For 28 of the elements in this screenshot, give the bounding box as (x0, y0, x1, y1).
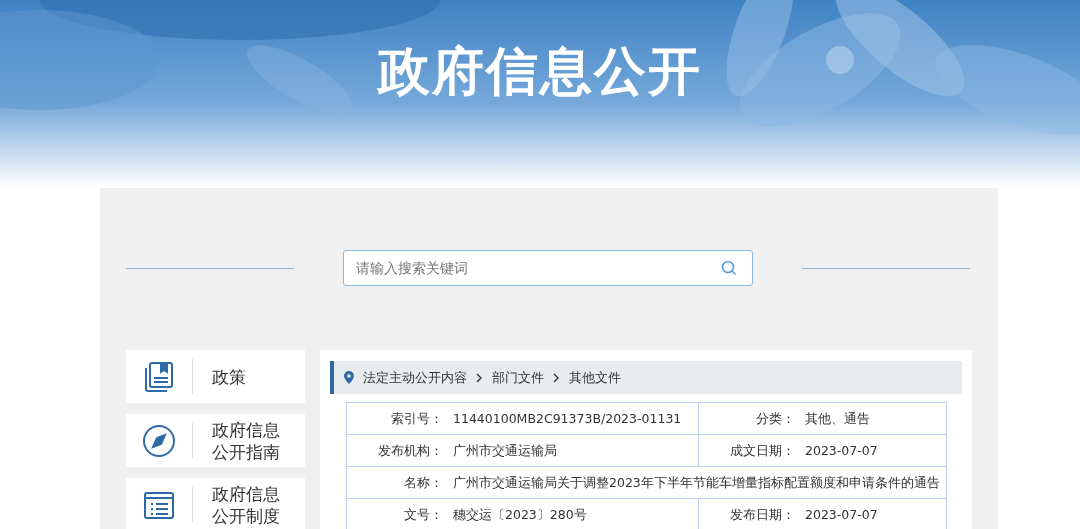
search-field[interactable]: 请输入搜索关键词 (343, 250, 753, 286)
search-icon[interactable] (721, 260, 737, 276)
sidebar-item[interactable]: 政府信息公开制度 (126, 478, 305, 529)
field-label: 分类： (755, 410, 796, 428)
chevron-icon (476, 372, 483, 383)
location-pin-icon (344, 371, 354, 384)
field-label: 索引号： (390, 410, 444, 428)
field-label: 成文日期： (729, 442, 796, 460)
sidebar-item[interactable]: 政策 (126, 350, 305, 403)
book-icon (143, 360, 175, 393)
field-value: 11440100MB2C91373B/2023-01131 (447, 403, 699, 434)
field-label: 发布机构： (377, 442, 444, 460)
page-title: 政府信息公开 (376, 40, 703, 103)
chevron-icon (553, 372, 560, 383)
breadcrumb-link[interactable]: 法定主动公开内容 (363, 368, 467, 387)
field-label: 名称： (403, 474, 444, 492)
sidebar-item[interactable]: 政府信息公开指南 (126, 414, 305, 467)
field-value: 2023-07-07 (804, 506, 879, 524)
field-value: 2023-07-07 (804, 442, 879, 460)
breadcrumb-link[interactable]: 部门文件 (492, 368, 544, 387)
field-label: 文号： (403, 506, 444, 524)
compass-icon (142, 423, 176, 458)
field-value: 其他、通告 (804, 410, 871, 428)
field-value: 广州市交通运输局关于调整2023年下半年节能车增量指标配置额度和申请条件的通告 (452, 474, 941, 492)
field-label: 发布日期： (729, 506, 796, 524)
field-value: 穗交运〔2023〕280号 (447, 499, 699, 529)
field-value: 广州市交通运输局 (447, 435, 699, 466)
breadcrumb-link[interactable]: 其他文件 (569, 368, 621, 387)
